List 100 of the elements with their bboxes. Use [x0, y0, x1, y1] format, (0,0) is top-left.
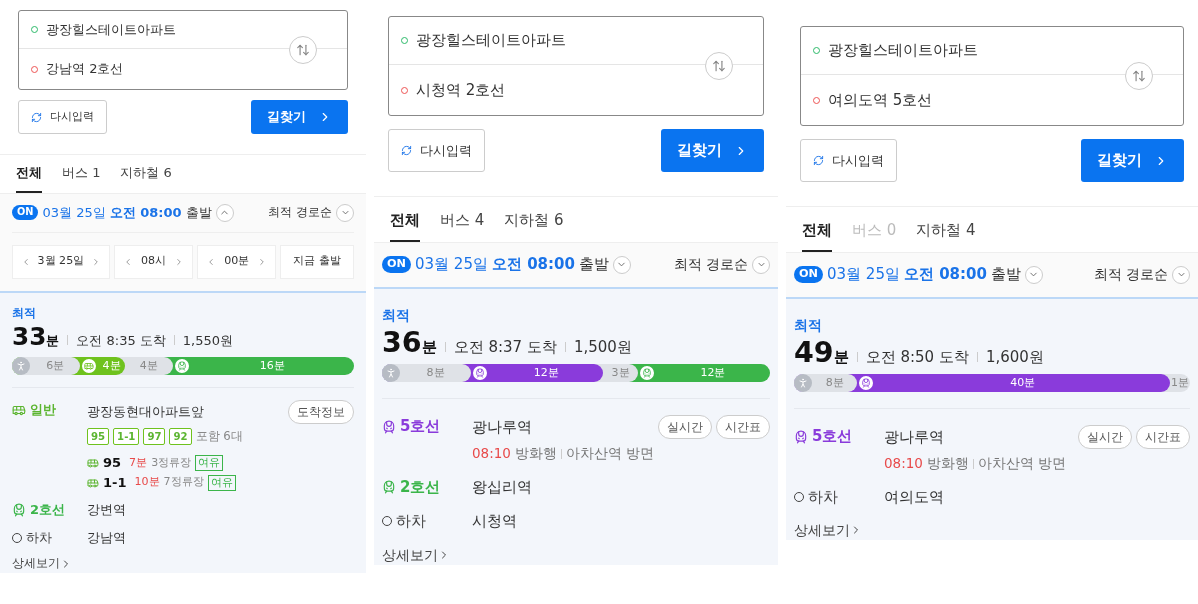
duration-unit: 분: [421, 337, 437, 358]
tab[interactable]: 지하철 6: [504, 209, 564, 242]
details-link[interactable]: 상세보기: [12, 555, 354, 573]
fare: 1,600원: [985, 346, 1044, 368]
arrival-eta: 7분: [129, 454, 148, 471]
station-name: 여의도역: [884, 486, 944, 508]
stops-away: 7정류장: [163, 474, 204, 491]
subway-icon: [382, 419, 396, 434]
segment-time: 12분: [699, 365, 727, 382]
origin-field[interactable]: 광장힐스테이트아파트: [828, 39, 978, 62]
tab[interactable]: 버스 4: [440, 209, 485, 242]
train-time: 08:10: [884, 454, 923, 474]
stepper-value: 00분: [224, 253, 250, 270]
sort-dropdown[interactable]: 최적 경로순: [1093, 264, 1168, 285]
segment-time: 40분: [1009, 375, 1037, 392]
line-label: 하차: [396, 511, 426, 533]
info-button[interactable]: 시간표: [716, 415, 770, 440]
departure-date: 03월 25일: [827, 264, 900, 286]
destination-field[interactable]: 여의도역 5호선: [828, 88, 933, 112]
swap-icon: [1132, 69, 1146, 83]
departure-date: 03월 25일: [415, 254, 488, 276]
line-label: 일반: [30, 400, 56, 419]
swap-button[interactable]: [705, 52, 733, 80]
crowding-tag: 여유: [207, 474, 236, 491]
time-stepper[interactable]: 00분: [197, 244, 277, 279]
on-badge[interactable]: ON: [12, 205, 39, 220]
subway-icon: [12, 503, 26, 518]
bus-number-tag: 95: [87, 428, 110, 446]
subway-icon: [382, 479, 396, 494]
fare: 1,550원: [182, 332, 234, 351]
departure-time: 오전 08:00: [109, 203, 182, 222]
reset-button[interactable]: 다시입력: [800, 139, 897, 182]
refresh-icon: [401, 145, 412, 156]
stepper-value: 3월 25일: [37, 253, 85, 270]
arrival-time: 오전 8:35 도착: [76, 332, 166, 351]
platform-direction: 아차산역 방면: [977, 454, 1067, 474]
dropdown-chevron-icon: [752, 255, 770, 274]
crowding-tag: 여유: [195, 455, 224, 472]
departure-time: 오전 08:00: [491, 254, 575, 276]
info-button[interactable]: 도착정보: [288, 399, 354, 424]
swap-button[interactable]: [1125, 62, 1153, 90]
info-button[interactable]: 시간표: [1136, 425, 1190, 450]
dropdown-chevron-icon: [336, 203, 354, 222]
origin-field[interactable]: 광장힐스테이트아파트: [46, 19, 176, 40]
line-label: 5호선: [400, 416, 441, 438]
segment-time: 6분: [45, 357, 66, 374]
reset-button[interactable]: 다시입력: [18, 100, 107, 134]
stops-away: 3정류장: [151, 454, 192, 471]
search-button[interactable]: 길찾기: [251, 100, 348, 134]
train-time: 08:10: [472, 444, 511, 464]
expand-toggle[interactable]: [612, 255, 631, 274]
segment-time: 8분: [425, 365, 446, 382]
line-label: 2호선: [400, 476, 441, 498]
fare: 1,500원: [573, 336, 632, 358]
depart-now-button[interactable]: 지금 출발: [280, 244, 354, 279]
tab[interactable]: 지하철 4: [916, 219, 976, 252]
segment-time: 16분: [258, 357, 286, 374]
segment-time: 1분: [1170, 375, 1190, 392]
info-button[interactable]: 실시간: [1078, 425, 1132, 450]
station-name: 강남역: [87, 528, 126, 547]
on-badge[interactable]: ON: [382, 256, 411, 273]
expand-toggle[interactable]: [1024, 265, 1043, 284]
segment-time: 12분: [532, 365, 560, 382]
sort-dropdown[interactable]: 최적 경로순: [268, 203, 332, 222]
train-direction: 방화행: [514, 444, 557, 464]
refresh-icon: [813, 155, 824, 166]
departure-time: 오전 08:00: [903, 264, 987, 286]
destination-field[interactable]: 시청역 2호선: [416, 78, 506, 102]
info-button[interactable]: 실시간: [658, 415, 712, 440]
bus-number-tag: 1-1: [113, 428, 140, 446]
reset-button[interactable]: 다시입력: [388, 129, 485, 172]
duration-value: 36: [382, 324, 422, 361]
swap-button[interactable]: [289, 36, 317, 64]
departure-label: 출발: [578, 254, 609, 276]
train-direction: 방화행: [926, 454, 969, 474]
tab[interactable]: 버스 1: [62, 163, 101, 193]
chevron-left-icon: [21, 256, 31, 267]
search-button[interactable]: 길찾기: [1081, 139, 1184, 182]
destination-field[interactable]: 강남역 2호선: [46, 59, 124, 79]
line-label: 하차: [808, 486, 838, 508]
route-tag: 최적: [794, 314, 1190, 335]
segment-time: 8분: [824, 375, 845, 392]
departure-label: 출발: [990, 264, 1021, 286]
time-stepper[interactable]: 3월 25일: [12, 244, 110, 279]
origin-field[interactable]: 광장힐스테이트아파트: [416, 29, 566, 52]
station-name: 왕십리역: [472, 476, 532, 498]
bus-number: 95: [103, 454, 122, 473]
bus-icon: [87, 476, 99, 489]
segment-time: 4분: [138, 357, 159, 374]
time-stepper[interactable]: 08시: [113, 244, 194, 279]
tab[interactable]: 지하철 6: [120, 163, 172, 193]
station-name: 광나루역: [884, 427, 944, 449]
details-link[interactable]: 상세보기: [382, 544, 770, 565]
on-badge[interactable]: ON: [794, 266, 823, 283]
expand-toggle[interactable]: [215, 203, 234, 222]
sort-dropdown[interactable]: 최적 경로순: [673, 254, 748, 275]
details-link[interactable]: 상세보기: [794, 520, 1190, 541]
search-button[interactable]: 길찾기: [661, 129, 764, 172]
departure-date: 03월 25일: [42, 203, 106, 222]
walking-person-icon: [794, 374, 812, 393]
